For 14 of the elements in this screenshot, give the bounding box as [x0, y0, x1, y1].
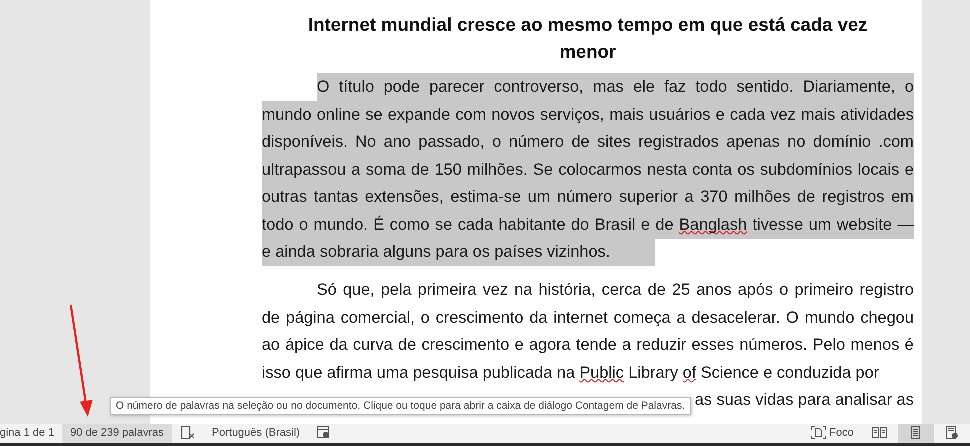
focus-icon: [810, 426, 827, 440]
document-heading: Internet mundial cresce ao mesmo tempo em que está cada vez menor: [307, 13, 869, 64]
status-item[interactable]: 90 de 239 palavras: [62, 424, 172, 442]
book-icon: [872, 426, 888, 440]
tooltip: O número de palavras na seleção ou no documento. Clique ou toque para abrir a caixa de diálogo Contagem de Palavras.: [110, 397, 692, 415]
paragraph: O título pode parecer controverso, mas ele faz todo sentido. Diariamente, o mundo online se expande com novos serviços, mais usuários e cada vez mais atividades disponíveis. No ano passado, o número de sites registrados apenas no domínio .com ultrapassou a soma de 150 milhões. Se colocarmos nesta conta os subdomínios locais e outras tantas extensões, estima-se um número superior a 370 milhões de registros em todo o mundo. É como se cada habitante do Brasil e de Banglash tivesse um website — e ainda sobraria alguns para os países vizinhos.: [262, 74, 914, 266]
accessibility-icon: [316, 426, 332, 440]
proofing-icon: [180, 426, 196, 440]
status-item[interactable]: Português (Brasil): [204, 424, 308, 442]
web-page-icon: [944, 426, 960, 440]
view-button[interactable]: [898, 424, 934, 442]
focus-button[interactable]: Foco: [810, 424, 862, 442]
text-fragment: as suas vidas para analisar as: [694, 390, 914, 411]
status-item[interactable]: gina 1 de 1: [0, 424, 62, 442]
